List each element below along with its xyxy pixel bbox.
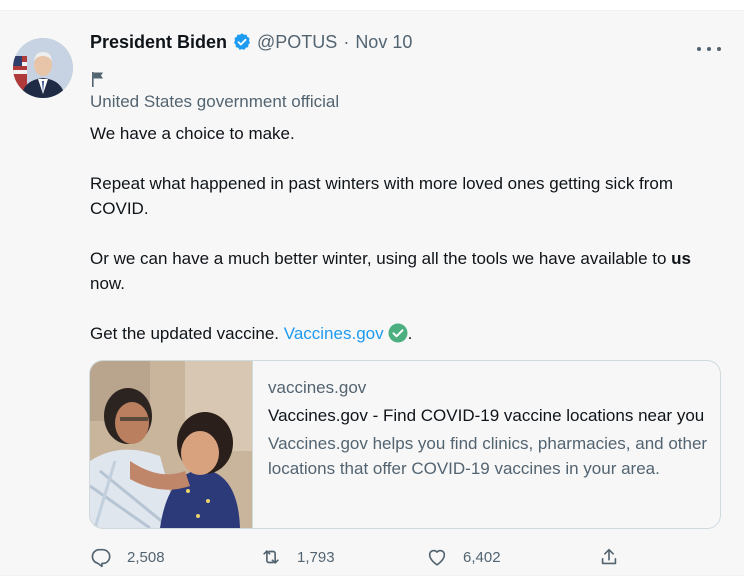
tweet-line-3-bold: us	[671, 249, 691, 268]
separator-dot: ·	[343, 31, 350, 52]
more-icon[interactable]	[697, 41, 721, 57]
tweet-text: We have a choice to make. Repeat what ha…	[90, 121, 720, 346]
tweet-line-2: Repeat what happened in past winters wit…	[90, 174, 674, 218]
reply-count: 2,508	[127, 548, 165, 566]
avatar[interactable]	[13, 38, 73, 98]
tweet-line-4-end: .	[407, 324, 413, 343]
heart-icon	[428, 549, 446, 566]
card-body: vaccines.gov Vaccines.gov - Find COVID-1…	[268, 375, 708, 481]
check-circle-icon	[388, 323, 408, 343]
card-domain: vaccines.gov	[268, 378, 367, 397]
link-preview-card[interactable]: vaccines.gov Vaccines.gov - Find COVID-1…	[89, 360, 721, 529]
action-bar: 2,508 1,793 6,402	[90, 545, 630, 569]
like-count: 6,402	[463, 548, 501, 566]
government-label[interactable]: United States government official	[90, 92, 339, 112]
retweet-count: 1,793	[297, 548, 335, 566]
flag-icon	[91, 71, 105, 87]
reply-button[interactable]: 2,508	[90, 545, 165, 569]
card-image[interactable]	[90, 361, 253, 528]
tweet[interactable]: President Biden @POTUS · Nov 10 United S…	[0, 10, 744, 576]
tweet-line-1: We have a choice to make.	[90, 124, 295, 143]
share-icon	[601, 548, 617, 565]
tweet-line-4-start: Get the updated vaccine.	[90, 324, 284, 343]
tweet-line-4: Get the updated vaccine. Vaccines.gov.	[90, 321, 720, 346]
reply-icon	[91, 548, 111, 568]
tweet-date[interactable]: Nov 10	[355, 32, 412, 53]
retweet-icon	[263, 550, 279, 564]
author-handle[interactable]: @POTUS	[257, 32, 337, 53]
like-button[interactable]: 6,402	[426, 545, 501, 569]
tweet-header: President Biden @POTUS · Nov 10	[90, 30, 412, 54]
tweet-line-3-end: now.	[90, 274, 125, 293]
author-name[interactable]: President Biden	[90, 32, 227, 53]
verified-badge-icon	[232, 32, 252, 52]
tweet-line-3-start: Or we can have a much better winter, usi…	[90, 249, 672, 268]
tweet-line-3: Or we can have a much better winter, usi…	[90, 246, 720, 296]
retweet-button[interactable]: 1,793	[260, 545, 335, 569]
vaccines-gov-link[interactable]: Vaccines.gov	[284, 324, 384, 343]
share-button[interactable]	[598, 545, 635, 569]
card-description: Vaccines.gov helps you find clinics, pha…	[268, 434, 708, 478]
card-title: Vaccines.gov - Find COVID-19 vaccine loc…	[268, 406, 705, 425]
